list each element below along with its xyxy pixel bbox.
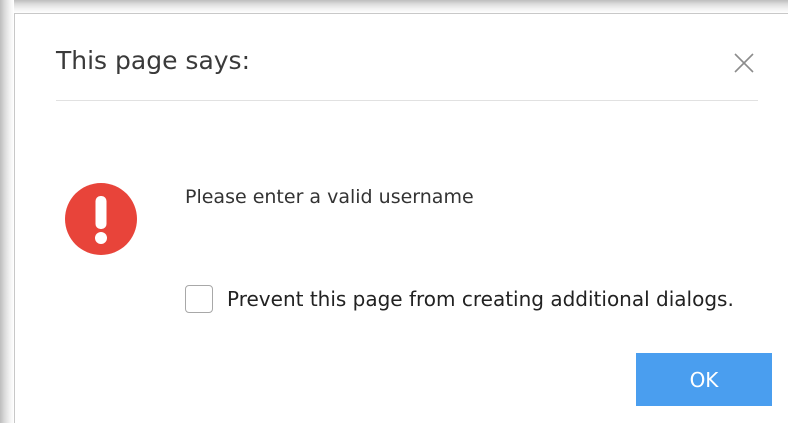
prevent-dialogs-checkbox[interactable] xyxy=(185,285,213,313)
close-icon xyxy=(734,53,754,73)
screen: This page says: Please enter a valid use… xyxy=(0,0,788,423)
error-exclamation-icon xyxy=(63,181,139,257)
prevent-dialogs-option[interactable]: Prevent this page from creating addition… xyxy=(185,282,734,316)
prevent-dialogs-label[interactable]: Prevent this page from creating addition… xyxy=(227,287,734,311)
dialog-title: This page says: xyxy=(56,46,251,75)
dialog-message: Please enter a valid username xyxy=(185,186,474,208)
window-shadow-left xyxy=(0,0,14,423)
window-shadow-top xyxy=(0,0,788,13)
alert-dialog: This page says: Please enter a valid use… xyxy=(14,13,788,423)
close-button[interactable] xyxy=(729,48,759,78)
title-divider xyxy=(56,100,758,101)
ok-button[interactable]: OK xyxy=(636,353,772,406)
